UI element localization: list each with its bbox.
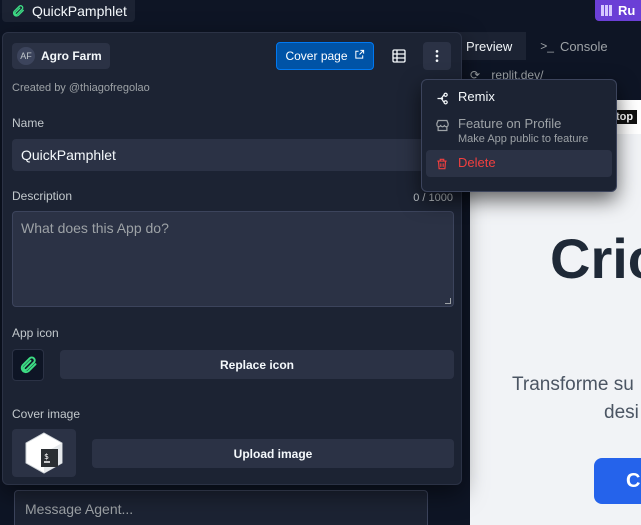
description-placeholder: What does this App do? (21, 220, 169, 236)
preview-subtitle-2: desi (604, 402, 639, 423)
description-label: Description (12, 189, 73, 203)
menu-item-feature-label: Feature on Profile (458, 116, 562, 131)
agent-message-input[interactable]: Message Agent... (14, 490, 428, 525)
terminal-icon: >_ (540, 39, 554, 53)
cover-image-label: Cover image (12, 407, 81, 421)
app-title-tab[interactable]: QuickPamphlet (2, 0, 135, 22)
svg-text:$: $ (44, 452, 49, 461)
tab-console[interactable]: >_ Console (526, 32, 622, 60)
tab-preview-label: Preview (466, 38, 513, 54)
pane-tabs: Preview >_ Console (452, 32, 622, 60)
cover-image-preview: $ (12, 429, 76, 477)
owner-avatar: AF (17, 47, 35, 65)
storefront-icon (434, 117, 450, 133)
created-by-text: Created by @thiagofregolao (12, 82, 150, 94)
cover-page-label: Cover page (285, 49, 348, 63)
menu-item-remix[interactable]: Remix (426, 84, 612, 111)
app-icon-label: App icon (12, 326, 59, 340)
list-icon (392, 49, 406, 63)
cover-page-button[interactable]: Cover page (276, 42, 374, 70)
top-bar: QuickPamphlet Ru (0, 0, 641, 26)
tab-console-label: Console (559, 38, 608, 54)
more-options-button[interactable] (423, 42, 451, 70)
more-options-menu: Remix Feature on Profile Make App public… (421, 79, 617, 192)
trash-icon (434, 156, 450, 172)
menu-item-feature-sublabel: Make App public to feature (458, 133, 589, 145)
external-link-icon (354, 49, 365, 63)
run-button[interactable]: Ru (595, 0, 641, 21)
app-settings-panel: AF Agro Farm Cover page Created by @thia… (2, 32, 462, 485)
owner-name: Agro Farm (41, 49, 102, 63)
replace-icon-button[interactable]: Replace icon (60, 350, 454, 379)
resize-handle[interactable] (445, 298, 451, 304)
tab-preview[interactable]: Preview (452, 32, 527, 60)
paperclip-icon (10, 3, 26, 19)
run-label: Ru (618, 3, 636, 18)
name-field[interactable]: QuickPamphlet (12, 139, 454, 171)
preview-subtitle-1: Transforme su (512, 374, 634, 395)
paperclip-icon (20, 356, 37, 374)
menu-item-feature-on-profile[interactable]: Feature on Profile Make App public to fe… (426, 111, 612, 150)
app-title: QuickPamphlet (32, 3, 127, 19)
remix-icon (434, 90, 450, 106)
details-button[interactable] (385, 42, 413, 70)
description-char-count: 0 / 1000 (413, 192, 453, 204)
bash-logo-icon: $ (25, 432, 63, 474)
upload-image-button[interactable]: Upload image (92, 439, 454, 468)
name-label: Name (12, 116, 45, 130)
preview-title: Cric (550, 227, 641, 290)
menu-item-remix-label: Remix (458, 89, 495, 104)
more-vertical-icon (435, 50, 439, 62)
menu-item-delete-label: Delete (458, 155, 496, 170)
run-icon (601, 5, 612, 16)
description-field[interactable]: What does this App do? (12, 211, 454, 307)
owner-pill[interactable]: AF Agro Farm (12, 43, 110, 69)
preview-cta-button[interactable]: Co (594, 458, 641, 504)
app-icon-preview (12, 349, 44, 381)
menu-item-delete[interactable]: Delete (426, 150, 612, 177)
